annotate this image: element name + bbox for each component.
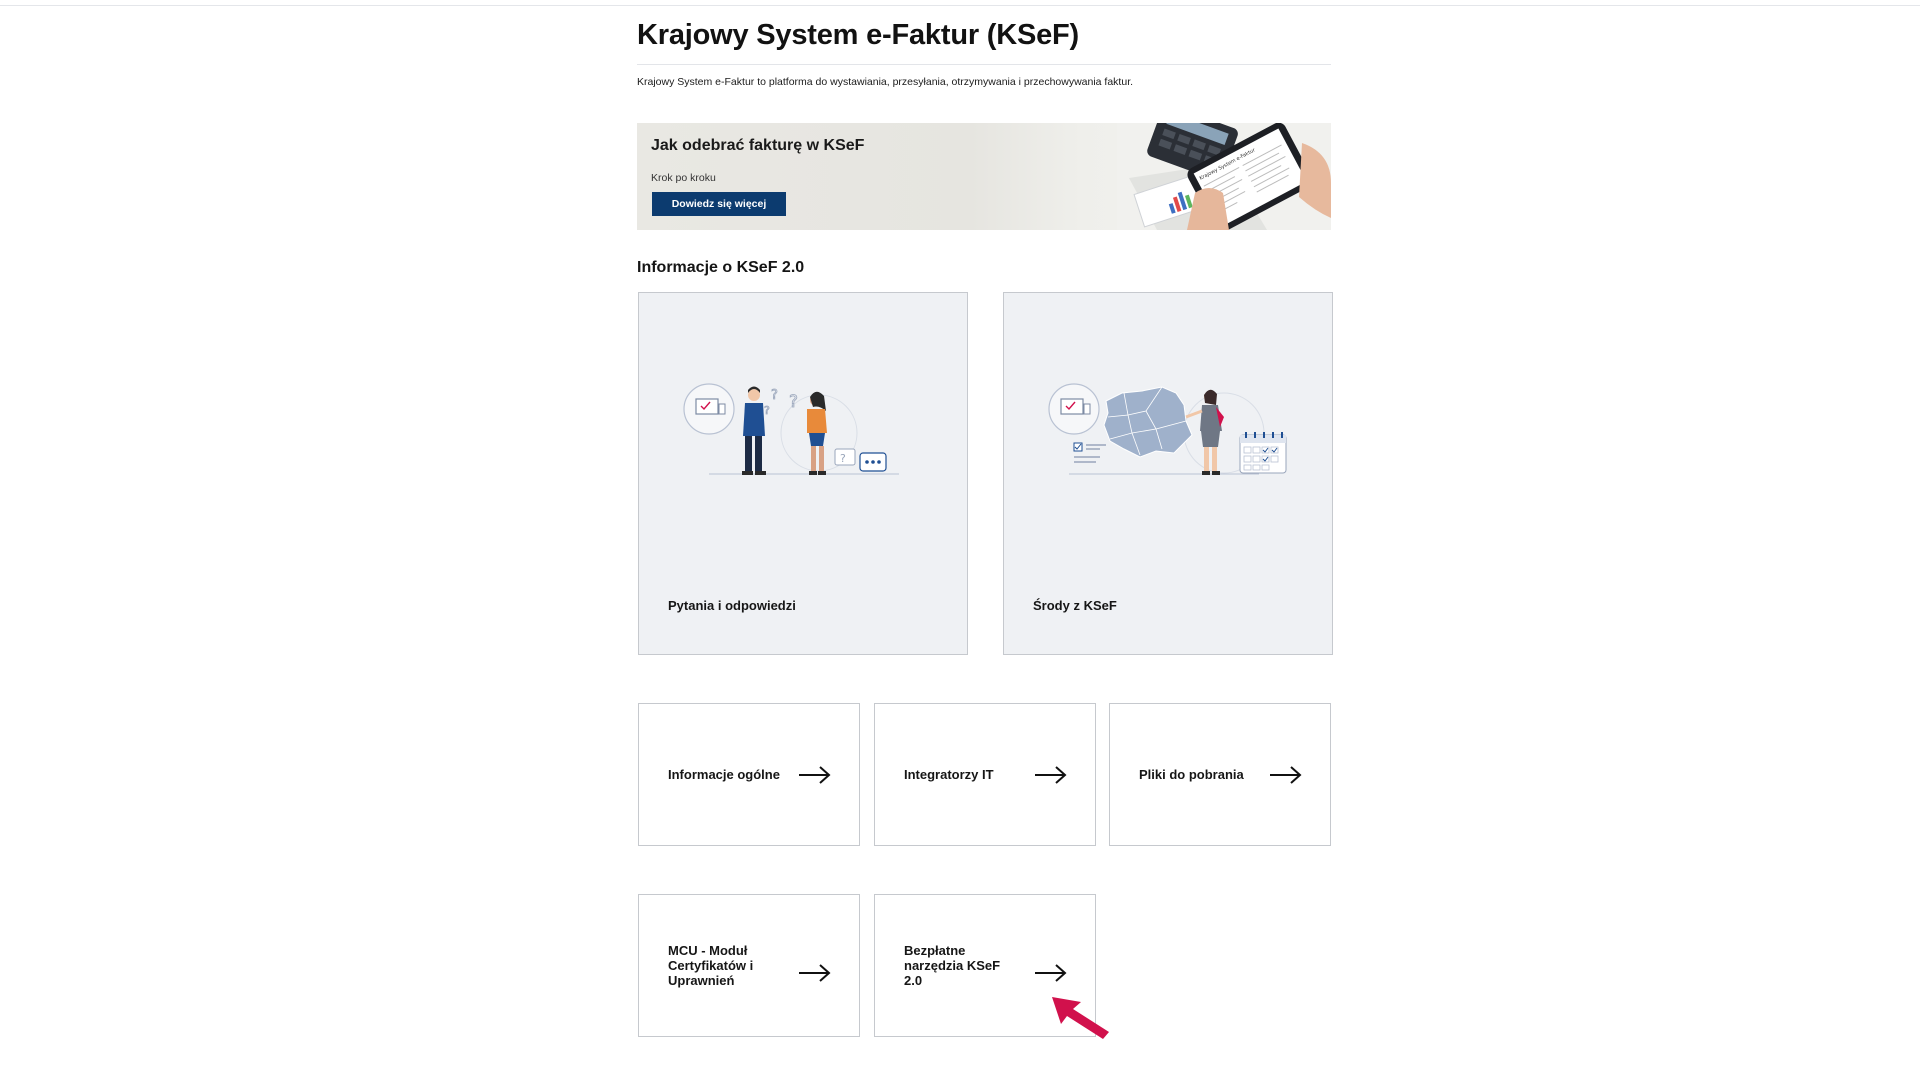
svg-text:?: ? [771,388,778,403]
top-divider [0,5,1920,6]
banner-title: Jak odebrać fakturę w KSeF [651,137,865,154]
people-questions-illustration: ? ? ? ? [683,383,899,475]
tile-general-information[interactable]: Informacje ogólne [638,703,860,846]
arrow-right-icon [1035,766,1067,784]
title-divider [637,64,1331,65]
tablet-calculator-image: Krajowy System e-Faktur [1117,123,1331,230]
page-title: Krajowy System e-Faktur (KSeF) [637,19,1080,51]
arrow-right-icon [1035,964,1067,982]
svg-text:?: ? [789,392,798,412]
tile-label: Bezpłatne narzędzia KSeF 2.0 [904,943,1001,988]
poland-map-presenter-illustration [1048,383,1287,475]
tile-label: Informacje ogólne [668,767,780,782]
tile-label: Integratorzy IT [904,767,994,782]
tile-mcu-module[interactable]: MCU - Moduł Certyfikatów i Uprawnień [638,894,860,1037]
arrow-right-icon [1270,766,1302,784]
card-label: Środy z KSeF [1033,598,1117,613]
tile-label: MCU - Moduł Certyfikatów i Uprawnień [668,943,754,988]
arrow-right-icon [799,766,831,784]
red-pointer-arrow-icon [1052,997,1109,1039]
tile-downloads[interactable]: Pliki do pobrania [1109,703,1331,846]
learn-more-button[interactable]: Dowiedz się więcej [652,192,786,216]
card-questions-answers[interactable]: ? ? ? ? Pytania i odpowiedzi [638,292,968,655]
promo-banner: Jak odebrać fakturę w KSeF Krok po kroku… [637,123,1331,230]
arrow-right-icon [799,964,831,982]
tile-it-integrators[interactable]: Integratorzy IT [874,703,1096,846]
svg-text:?: ? [840,452,846,465]
page-subtitle: Krajowy System e-Faktur to platforma do … [637,76,1134,88]
svg-text:?: ? [764,404,770,417]
tile-label: Pliki do pobrania [1139,767,1244,782]
section-title: Informacje o KSeF 2.0 [637,259,805,276]
card-label: Pytania i odpowiedzi [668,598,796,613]
banner-subtitle: Krok po kroku [651,172,716,184]
card-wednesdays-ksef[interactable]: Środy z KSeF [1003,292,1333,655]
